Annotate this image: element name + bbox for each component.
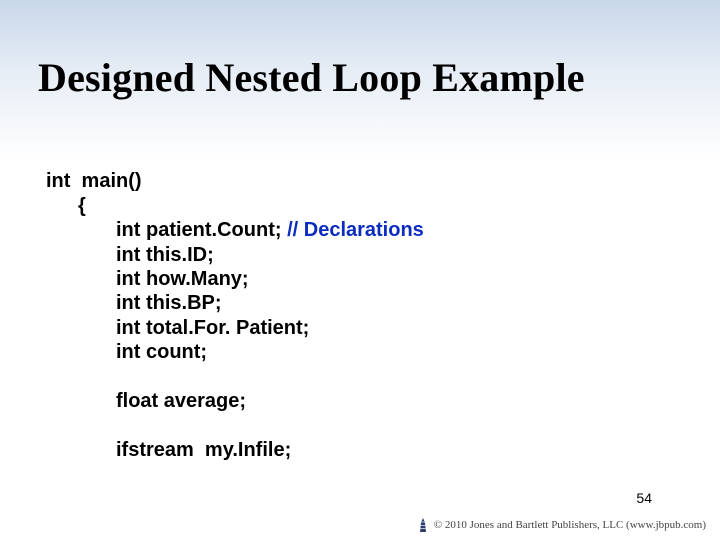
code-block: int main() { int patient.Count; // Decla… (46, 145, 424, 462)
publisher-logo (418, 518, 428, 532)
code-line-6: int this.BP; (46, 291, 222, 315)
code-line-7: int total.For. Patient; (46, 316, 309, 340)
lighthouse-icon (418, 518, 428, 532)
code-comment: // Declarations (287, 219, 424, 241)
code-line-5: int how.Many; (46, 267, 249, 291)
code-line-9: float average; (46, 389, 246, 413)
footer: © 2010 Jones and Bartlett Publishers, LL… (418, 518, 706, 532)
slide: Designed Nested Loop Example int main() … (0, 0, 720, 540)
code-line-10: ifstream my.Infile; (46, 438, 291, 462)
slide-title: Designed Nested Loop Example (38, 54, 682, 101)
code-line-4: int this.ID; (46, 243, 214, 267)
code-line-3: int patient.Count; // Declarations (46, 218, 424, 242)
page-number: 54 (636, 490, 652, 506)
code-line-2: { (46, 194, 86, 218)
code-line-8: int count; (46, 340, 207, 364)
footer-text: © 2010 Jones and Bartlett Publishers, LL… (434, 519, 706, 531)
code-line-3a: int patient.Count; (116, 219, 287, 241)
code-line-1: int main() (46, 170, 142, 192)
